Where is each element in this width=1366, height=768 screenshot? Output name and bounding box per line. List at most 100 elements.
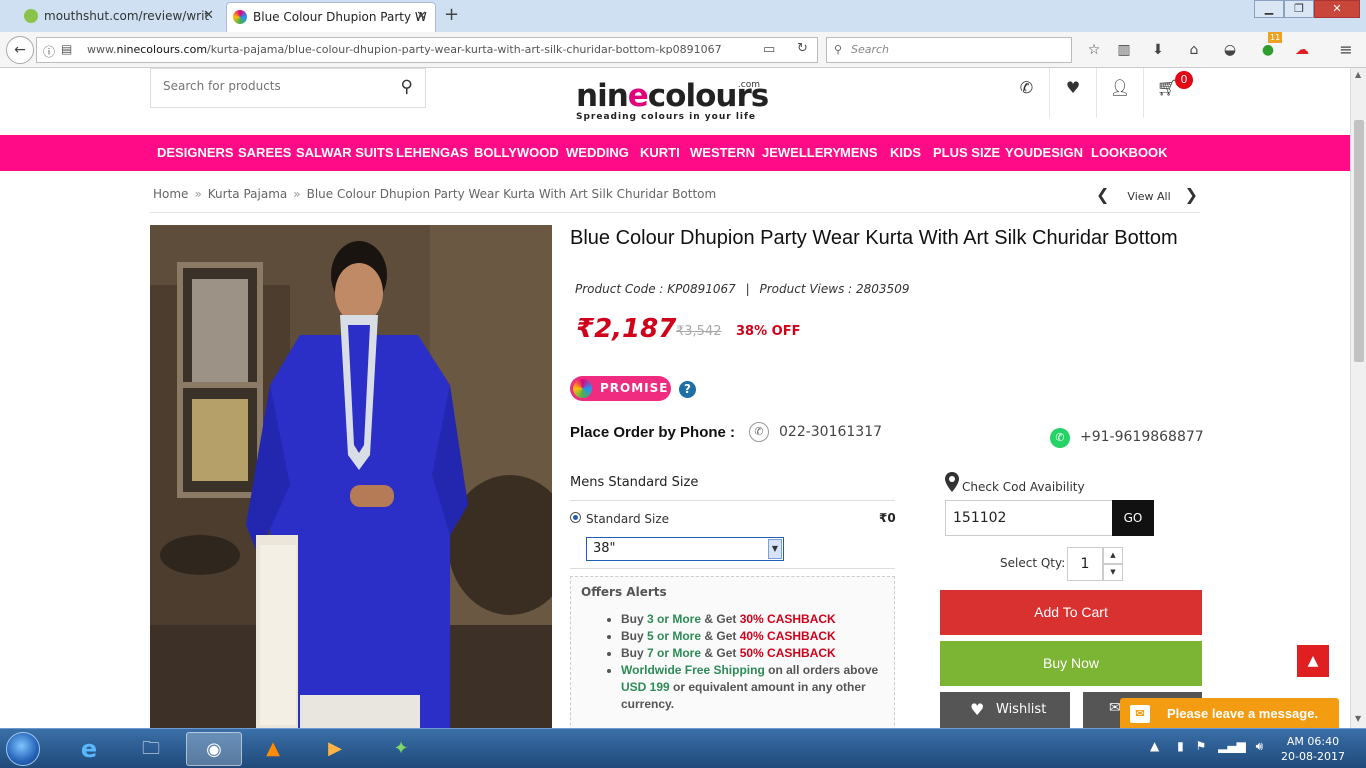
maximize-button[interactable]: ❐ bbox=[1284, 0, 1314, 18]
close-tab-icon[interactable]: ✕ bbox=[203, 2, 214, 30]
windows-taskbar: e 🗀︎ ◉ ▲ ▶ ✦ ▲ ▮ ⚑ ▂▄▆ 🔊︎ AM 06:40 20-08… bbox=[0, 728, 1366, 768]
close-tab-icon[interactable]: ✕ bbox=[416, 3, 427, 31]
volume-icon[interactable]: 🔊︎ bbox=[1256, 739, 1264, 753]
menu-item-salwar-suits[interactable]: SALWAR SUITS bbox=[296, 145, 394, 160]
chevron-down-icon[interactable]: ▼ bbox=[768, 539, 782, 559]
menu-item-youdesign[interactable]: YOUDESIGN bbox=[1005, 145, 1083, 160]
menu-item-kurti[interactable]: KURTI bbox=[640, 145, 680, 160]
window-close-button[interactable]: ✕ bbox=[1314, 0, 1360, 18]
breadcrumb-home[interactable]: Home bbox=[153, 187, 188, 201]
menu-item-kids[interactable]: KIDS bbox=[890, 145, 921, 160]
order-by-phone-label: Place Order by Phone : bbox=[570, 424, 736, 441]
product-search-input[interactable] bbox=[163, 79, 383, 93]
clock-date: 20-08-2017 bbox=[1281, 750, 1345, 763]
scroll-up-icon[interactable]: ▲ bbox=[1355, 70, 1361, 79]
address-bar[interactable]: ⓘ ▤ www.ninecolours.com/kurta-pajama/blu… bbox=[36, 37, 818, 63]
minimize-button[interactable]: ▁ bbox=[1254, 0, 1284, 18]
breadcrumb-category[interactable]: Kurta Pajama bbox=[208, 187, 287, 201]
view-all-link[interactable]: View All bbox=[1127, 190, 1170, 203]
scrollbar-thumb[interactable] bbox=[1354, 120, 1364, 362]
ninecolours-favicon-icon bbox=[233, 10, 247, 24]
clock[interactable]: AM 06:40 20-08-2017 bbox=[1278, 734, 1348, 764]
show-hidden-icons-icon[interactable]: ▲ bbox=[1150, 739, 1159, 753]
search-icon[interactable]: ⚲ bbox=[401, 77, 413, 97]
pocket-icon[interactable]: ◒ bbox=[1218, 38, 1242, 62]
network-app-icon[interactable]: ✦ bbox=[380, 732, 422, 766]
product-code: Product Code : KP0891067 bbox=[575, 282, 736, 296]
phone-icon[interactable]: ✆ bbox=[1003, 68, 1050, 118]
quantity-input[interactable]: 1 bbox=[1067, 547, 1103, 581]
pincode-input[interactable]: 151102 bbox=[945, 500, 1113, 536]
flag-icon[interactable]: ⚑ bbox=[1196, 739, 1207, 753]
size-select[interactable]: 38" ▼ bbox=[586, 537, 784, 561]
help-question-icon[interactable]: ? bbox=[679, 381, 696, 398]
scroll-down-icon[interactable]: ▼ bbox=[1355, 714, 1361, 723]
add-to-cart-button[interactable]: Add To Cart bbox=[940, 590, 1202, 635]
menu-item-western[interactable]: WESTERN bbox=[690, 145, 755, 160]
wishlist-button[interactable]: ♥ Wishlist bbox=[940, 692, 1070, 728]
search-placeholder: Search bbox=[851, 43, 890, 56]
library-icon[interactable]: ▥ bbox=[1112, 38, 1136, 62]
back-button[interactable]: ← bbox=[6, 36, 34, 64]
main-menu: DESIGNERS SAREES SALWAR SUITS LEHENGAS BOLLY… bbox=[0, 135, 1350, 171]
vlc-icon[interactable]: ▲ bbox=[252, 732, 294, 766]
product-title: Blue Colour Dhupion Party Wear Kurta Wit… bbox=[570, 227, 1178, 249]
network-signal-icon[interactable]: ▂▄▆ bbox=[1218, 739, 1246, 753]
start-button[interactable] bbox=[6, 732, 40, 766]
buy-now-button[interactable]: Buy Now bbox=[940, 641, 1202, 686]
prev-product-icon[interactable]: ❮ bbox=[1096, 185, 1109, 204]
quantity-up-icon[interactable]: ▲ bbox=[1103, 547, 1123, 564]
browser-tab-ninecolours[interactable]: Blue Colour Dhupion Party W ✕ bbox=[226, 2, 436, 32]
addon-icon[interactable]: ● 11 bbox=[1256, 32, 1283, 62]
download-icon[interactable]: ⬇ bbox=[1146, 38, 1170, 62]
battery-icon[interactable]: ▮ bbox=[1177, 739, 1184, 753]
reader-view-icon[interactable]: ▭ bbox=[763, 42, 775, 57]
next-product-icon[interactable]: ❯ bbox=[1185, 185, 1198, 204]
permissions-icon[interactable]: ▤ bbox=[61, 42, 72, 56]
quantity-down-icon[interactable]: ▼ bbox=[1103, 564, 1123, 581]
menu-item-plus-size[interactable]: PLUS SIZE bbox=[933, 145, 1000, 160]
cloud-addon-icon[interactable]: ☁ bbox=[1290, 38, 1314, 62]
menu-item-mens[interactable]: MENS bbox=[840, 145, 878, 160]
firefox-icon[interactable]: ◉ bbox=[186, 732, 242, 766]
menu-hamburger-icon[interactable]: ≡ bbox=[1334, 38, 1358, 62]
offer-item: Buy 3 or More & Get 30% CASHBACK bbox=[621, 611, 884, 628]
menu-item-bollywood[interactable]: BOLLYWOOD bbox=[474, 145, 559, 160]
browser-nav-bar: ← ⓘ ▤ www.ninecolours.com/kurta-pajama/b… bbox=[0, 32, 1366, 68]
home-icon[interactable]: ⌂ bbox=[1182, 38, 1206, 62]
breadcrumb-current: Blue Colour Dhupion Party Wear Kurta Wit… bbox=[306, 187, 717, 201]
bookmark-star-icon[interactable]: ☆ bbox=[1082, 38, 1106, 62]
reload-icon[interactable]: ↻ bbox=[797, 41, 808, 56]
whatsapp-number[interactable]: +91-9619868877 bbox=[1080, 429, 1204, 445]
chat-widget[interactable]: ✉ Please leave a message. bbox=[1120, 698, 1339, 728]
file-explorer-icon[interactable]: 🗀︎ bbox=[130, 732, 172, 766]
menu-item-wedding[interactable]: WEDDING bbox=[566, 145, 629, 160]
standard-size-radio[interactable] bbox=[570, 512, 581, 523]
menu-item-jewellery[interactable]: JEWELLERY bbox=[762, 145, 841, 160]
menu-item-lookbook[interactable]: LOOKBOOK bbox=[1091, 145, 1168, 160]
browser-tab-mouthshut[interactable]: mouthshut.com/review/writ ✕ bbox=[18, 2, 222, 32]
site-logo[interactable]: ninecolours Spreading colours in your li… bbox=[576, 78, 769, 138]
go-button[interactable]: GO bbox=[1112, 500, 1154, 536]
menu-item-lehengas[interactable]: LEHENGAS bbox=[396, 145, 468, 160]
promise-badge[interactable]: PROMISE bbox=[570, 376, 671, 401]
media-player-icon[interactable]: ▶ bbox=[314, 732, 356, 766]
menu-item-designers[interactable]: DESIGNERS bbox=[157, 145, 234, 160]
url-text: www.ninecolours.com/kurta-pajama/blue-co… bbox=[87, 43, 722, 56]
chevron-up-icon: ▲ bbox=[1307, 653, 1319, 669]
info-icon[interactable]: ⓘ bbox=[43, 43, 55, 60]
browser-tab-bar: mouthshut.com/review/writ ✕ Blue Colour … bbox=[0, 0, 1366, 32]
menu-item-sarees[interactable]: SAREES bbox=[238, 145, 291, 160]
size-heading: Mens Standard Size bbox=[570, 475, 699, 490]
account-user-icon[interactable]: 👤︎ bbox=[1096, 68, 1143, 118]
browser-search-field[interactable]: ⚲ Search bbox=[826, 37, 1072, 63]
order-phone-number[interactable]: 022-30161317 bbox=[779, 424, 882, 440]
product-image[interactable] bbox=[150, 225, 552, 728]
standard-size-label[interactable]: Standard Size bbox=[586, 512, 669, 526]
page-scrollbar[interactable]: ▲ ▼ bbox=[1350, 68, 1366, 728]
internet-explorer-icon[interactable]: e bbox=[68, 732, 110, 766]
scroll-to-top-button[interactable]: ▲ bbox=[1297, 645, 1329, 677]
addon-badge: 11 bbox=[1268, 32, 1283, 43]
new-tab-button[interactable]: + bbox=[444, 4, 459, 25]
wishlist-heart-icon[interactable]: ♥ bbox=[1049, 68, 1096, 118]
